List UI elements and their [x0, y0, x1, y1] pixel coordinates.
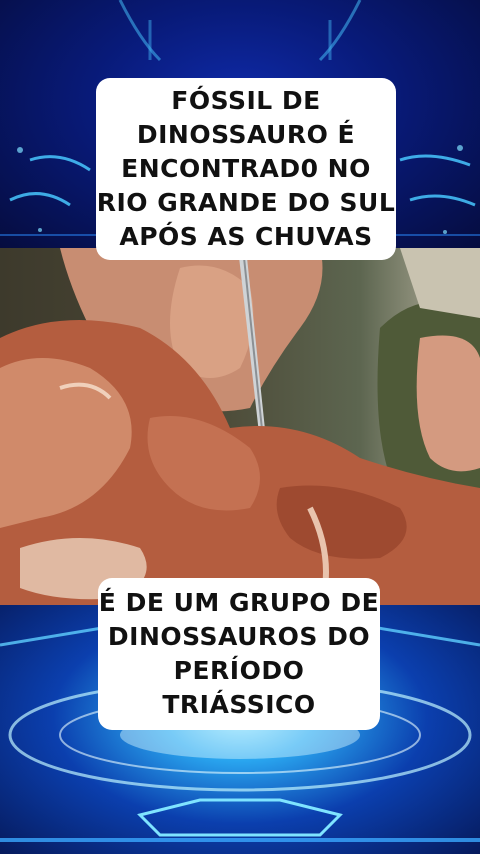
- bottom-caption: É DE UM GRUPO DE DINOSSAUROS DO PERÍODO …: [98, 578, 380, 730]
- top-caption-line-3: ENCONTRAD0 NO: [121, 154, 371, 183]
- top-caption-line-2: DINOSSAURO É: [136, 120, 356, 149]
- top-caption-line-5: APÓS AS CHUVAS: [119, 222, 373, 251]
- top-caption: FÓSSIL DE DINOSSAURO É ENCONTRAD0 NO RIO…: [96, 78, 396, 260]
- top-caption-line-1: FÓSSIL DE: [171, 86, 321, 115]
- bottom-caption-line-1: É DE UM GRUPO DE: [98, 588, 380, 617]
- bottom-caption-line-3: PERÍODO TRIÁSSICO: [162, 656, 316, 719]
- bottom-caption-line-2: DINOSSAUROS DO: [107, 622, 371, 651]
- top-caption-line-4: RIO GRANDE DO SUL: [96, 188, 396, 217]
- fossil-photo: [0, 248, 480, 608]
